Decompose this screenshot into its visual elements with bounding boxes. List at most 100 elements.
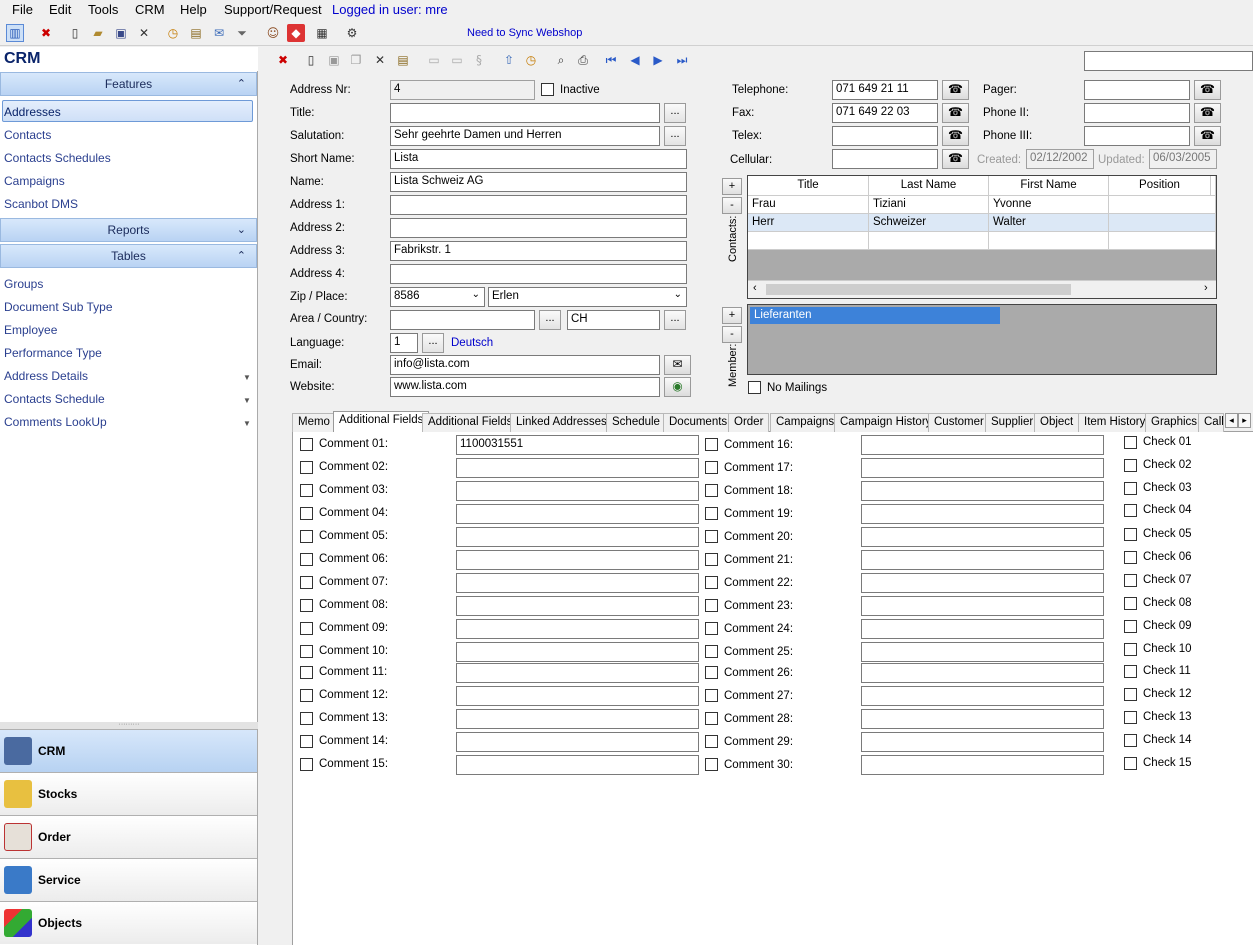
country-lookup-button[interactable]: ... xyxy=(664,310,686,330)
comment-left-checkbox[interactable] xyxy=(300,712,313,725)
chevron-left-icon[interactable]: ‹ xyxy=(753,282,757,294)
tab-object[interactable]: Object xyxy=(1034,413,1080,432)
check-checkbox[interactable] xyxy=(1124,711,1137,724)
menu-file[interactable]: File xyxy=(12,2,33,17)
comment-left-field[interactable] xyxy=(456,642,699,662)
menu-edit[interactable]: Edit xyxy=(49,2,71,17)
scrollbar-thumb[interactable] xyxy=(766,284,1071,295)
area-lookup-button[interactable]: ... xyxy=(539,310,561,330)
check-checkbox[interactable] xyxy=(1124,482,1137,495)
list-item[interactable]: Lieferanten xyxy=(750,307,1000,324)
save-icon[interactable]: ▣ xyxy=(112,24,130,42)
nav-item-scanbot-dms[interactable]: Scanbot DMS xyxy=(4,197,78,211)
comment-right-field[interactable] xyxy=(861,458,1104,478)
check-checkbox[interactable] xyxy=(1124,688,1137,701)
check-checkbox[interactable] xyxy=(1124,597,1137,610)
language-lookup-button[interactable]: ... xyxy=(422,333,444,353)
tab-call[interactable]: Call xyxy=(1198,413,1224,432)
comment-right-field[interactable] xyxy=(861,755,1104,775)
comment-right-checkbox[interactable] xyxy=(705,530,718,543)
comment-right-checkbox[interactable] xyxy=(705,712,718,725)
salutation-field[interactable]: Sehr geehrte Damen und Herren xyxy=(390,126,660,146)
nav-item-addresses[interactable]: Addresses xyxy=(4,105,61,119)
comment-left-checkbox[interactable] xyxy=(300,576,313,589)
place-select[interactable]: Erlen ⌄ xyxy=(488,287,687,307)
module-objects-button[interactable]: Objects xyxy=(0,901,257,944)
comment-left-checkbox[interactable] xyxy=(300,484,313,497)
contacts-col-last-name[interactable]: Last Name xyxy=(869,176,989,196)
check-checkbox[interactable] xyxy=(1124,459,1137,472)
save-record-icon[interactable]: ▣ xyxy=(325,51,343,69)
table-row[interactable]: Schweizer xyxy=(869,214,989,232)
comment-right-checkbox[interactable] xyxy=(705,622,718,635)
comment-right-field[interactable] xyxy=(861,663,1104,683)
contacts-hscrollbar[interactable]: ‹ › xyxy=(748,280,1216,298)
nav-item-contacts[interactable]: Contacts xyxy=(4,128,51,142)
dial-phone-icon[interactable]: ☎ xyxy=(942,80,969,100)
close-record-icon[interactable]: ✖ xyxy=(274,51,292,69)
first-record-icon[interactable]: ⏮ xyxy=(602,51,620,69)
comment-left-field[interactable] xyxy=(456,504,699,524)
schedule-icon[interactable]: ◷ xyxy=(522,51,540,69)
comment-left-field[interactable] xyxy=(456,709,699,729)
comment-left-field[interactable] xyxy=(456,527,699,547)
nav-item-performance-type[interactable]: Performance Type xyxy=(4,346,102,360)
comment-left-checkbox[interactable] xyxy=(300,438,313,451)
menu-help[interactable]: Help xyxy=(180,2,207,17)
tab-campaign-history[interactable]: Campaign History xyxy=(834,413,938,432)
dial-phone-icon[interactable]: ☎ xyxy=(1194,126,1221,146)
country-field[interactable]: CH xyxy=(567,310,660,330)
salutation-lookup-button[interactable]: ... xyxy=(664,126,686,146)
comment-left-checkbox[interactable] xyxy=(300,645,313,658)
nav-item-employee[interactable]: Employee xyxy=(4,323,57,337)
tab-graphics[interactable]: Graphics xyxy=(1145,413,1204,432)
send-email-icon[interactable]: ✉ xyxy=(664,355,691,375)
tab-scroll-left-icon[interactable]: ◂ xyxy=(1225,413,1238,428)
tab-scroll-right-icon[interactable]: ▸ xyxy=(1238,413,1251,428)
tab-additional-fields-2[interactable]: Additional Fields xyxy=(422,413,519,432)
title-lookup-button[interactable]: ... xyxy=(664,103,686,123)
diamond-icon[interactable]: ◆ xyxy=(287,24,305,42)
remove-contact-button[interactable]: - xyxy=(722,197,742,214)
check-checkbox[interactable] xyxy=(1124,665,1137,678)
delete-record-icon[interactable]: ✕ xyxy=(371,51,389,69)
tab-schedule[interactable]: Schedule xyxy=(606,413,666,432)
language-field[interactable]: 1 xyxy=(390,333,418,353)
check-checkbox[interactable] xyxy=(1124,757,1137,770)
module-stocks-button[interactable]: Stocks xyxy=(0,772,257,815)
comment-left-field[interactable] xyxy=(456,458,699,478)
pager-field[interactable] xyxy=(1084,80,1190,100)
title-field[interactable] xyxy=(390,103,660,123)
comment-right-field[interactable] xyxy=(861,435,1104,455)
pane-splitter[interactable]: ········· xyxy=(0,721,258,729)
table-row[interactable]: Tiziani xyxy=(869,196,989,214)
export-disabled-icon[interactable]: ▭ xyxy=(448,51,466,69)
comment-left-field[interactable] xyxy=(456,686,699,706)
cellular-field[interactable] xyxy=(832,149,938,169)
dial-phone-icon[interactable]: ☎ xyxy=(1194,103,1221,123)
features-header[interactable]: Features ⌃ xyxy=(0,72,257,96)
contacts-col-first-name[interactable]: First Name xyxy=(989,176,1109,196)
module-order-button[interactable]: Order xyxy=(0,815,257,858)
comment-right-field[interactable] xyxy=(861,596,1104,616)
comment-right-checkbox[interactable] xyxy=(705,758,718,771)
nav-item-comments-lookup[interactable]: Comments LookUp xyxy=(4,415,107,429)
new-icon[interactable]: ▯ xyxy=(66,24,84,42)
comment-left-checkbox[interactable] xyxy=(300,553,313,566)
comment-right-checkbox[interactable] xyxy=(705,689,718,702)
fax-field[interactable]: 071 649 22 03 xyxy=(832,103,938,123)
add-contact-button[interactable]: + xyxy=(722,178,742,195)
table-row[interactable]: Frau xyxy=(748,196,869,214)
comment-right-field[interactable] xyxy=(861,709,1104,729)
comment-left-field[interactable] xyxy=(456,596,699,616)
comment-left-field[interactable] xyxy=(456,573,699,593)
check-checkbox[interactable] xyxy=(1124,551,1137,564)
dial-phone-icon[interactable]: ☎ xyxy=(1194,80,1221,100)
open-icon[interactable]: ▰ xyxy=(89,24,107,42)
comment-right-field[interactable] xyxy=(861,550,1104,570)
module-service-button[interactable]: Service xyxy=(0,858,257,901)
tables-header[interactable]: Tables ⌃ xyxy=(0,244,257,268)
comment-left-field[interactable] xyxy=(456,481,699,501)
nav-item-contacts-schedule[interactable]: Contacts Schedule xyxy=(4,392,105,406)
search-icon[interactable]: ⌕ xyxy=(552,51,570,69)
